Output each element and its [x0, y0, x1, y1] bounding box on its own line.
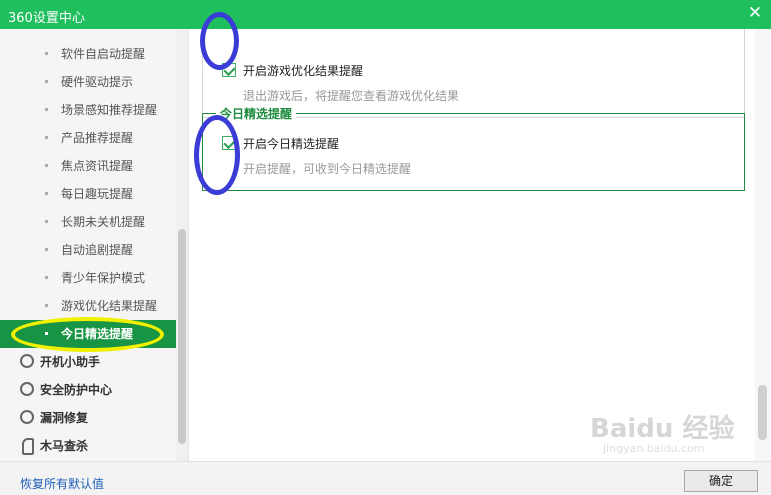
shield-icon: [20, 382, 34, 396]
game-result-description: 退出游戏后，将提醒您查看游戏优化结果: [243, 89, 460, 103]
sidebar-scroll-thumb[interactable]: [178, 229, 186, 444]
sidebar-item-software-autostart[interactable]: 软件自启动提醒: [0, 40, 176, 68]
bullet-icon: [45, 220, 48, 223]
bullet-icon: [45, 52, 48, 55]
sidebar-item-label: 焦点资讯提醒: [61, 159, 134, 173]
daily-pick-group-title: 今日精选提醒: [216, 105, 297, 122]
sidebar-item-label: 长期未关机提醒: [61, 215, 146, 229]
bullet-icon: [45, 332, 48, 335]
sidebar-item-daily-pick[interactable]: 今日精选提醒: [0, 320, 176, 348]
sidebar-item-label: 硬件驱动提示: [61, 75, 134, 89]
daily-pick-group: 今日精选提醒 开启今日精选提醒 开启提醒，可收到今日精选提醒: [202, 105, 745, 191]
sidebar-item-teen-mode[interactable]: 青少年保护模式: [0, 264, 176, 292]
sidebar-item-label: 场景感知推荐提醒: [61, 103, 158, 117]
sidebar-category-label: 漏洞修复: [40, 411, 89, 425]
close-icon[interactable]: ✕: [745, 3, 765, 23]
ok-button[interactable]: 确定: [684, 470, 758, 492]
sidebar-item-news[interactable]: 焦点资讯提醒: [0, 152, 176, 180]
daily-pick-checkbox-label: 开启今日精选提醒: [243, 137, 340, 151]
bullet-icon: [45, 192, 48, 195]
bullet-icon: [45, 108, 48, 111]
footer-bar: 恢复所有默认值 确定: [0, 461, 771, 495]
sidebar-category-label: 木马查杀: [40, 439, 89, 453]
title-bar: 360设置中心 ✕: [0, 0, 771, 29]
sidebar-item-label: 游戏优化结果提醒: [61, 299, 158, 313]
daily-pick-checkbox[interactable]: [222, 136, 236, 150]
restore-defaults-link[interactable]: 恢复所有默认值: [20, 475, 104, 492]
sidebar-category-vuln-fix[interactable]: 漏洞修复: [0, 404, 176, 432]
sidebar-item-product-recommend[interactable]: 产品推荐提醒: [0, 124, 176, 152]
sidebar: 软件自启动提醒 硬件驱动提示 场景感知推荐提醒 产品推荐提醒 焦点资讯提醒 每日…: [0, 29, 189, 461]
clock-icon: [20, 354, 34, 368]
sidebar-category-label: 开机小助手: [40, 355, 101, 369]
sidebar-category-trojan-scan[interactable]: 木马查杀: [0, 432, 176, 460]
sidebar-item-label: 软件自启动提醒: [61, 47, 146, 61]
bullet-icon: [45, 304, 48, 307]
bullet-icon: [45, 164, 48, 167]
game-result-checkbox-label: 开启游戏优化结果提醒: [243, 64, 364, 78]
sidebar-category-boot-assistant[interactable]: 开机小助手: [0, 348, 176, 376]
daily-pick-description: 开启提醒，可收到今日精选提醒: [243, 162, 412, 176]
game-result-checkbox[interactable]: [222, 63, 236, 77]
sidebar-item-long-uptime[interactable]: 长期未关机提醒: [0, 208, 176, 236]
content-scroll-thumb[interactable]: [758, 385, 767, 440]
bullet-icon: [45, 80, 48, 83]
sidebar-item-drama-follow[interactable]: 自动追剧提醒: [0, 236, 176, 264]
sidebar-item-label: 每日趣玩提醒: [61, 187, 134, 201]
window-title: 360设置中心: [8, 11, 85, 26]
sidebar-category-label: 安全防护中心: [40, 383, 113, 397]
sidebar-item-game-result[interactable]: 游戏优化结果提醒: [0, 292, 176, 320]
sidebar-item-label: 今日精选提醒: [61, 327, 134, 341]
bullet-icon: [45, 276, 48, 279]
sidebar-item-hardware-driver[interactable]: 硬件驱动提示: [0, 68, 176, 96]
sidebar-item-label: 青少年保护模式: [61, 271, 146, 285]
sidebar-item-scene-recommend[interactable]: 场景感知推荐提醒: [0, 96, 176, 124]
horse-icon: [20, 438, 34, 455]
sidebar-category-security-center[interactable]: 安全防护中心: [0, 376, 176, 404]
sidebar-item-label: 自动追剧提醒: [61, 243, 134, 257]
bullet-icon: [45, 248, 48, 251]
sidebar-item-daily-fun[interactable]: 每日趣玩提醒: [0, 180, 176, 208]
sidebar-item-label: 产品推荐提醒: [61, 131, 134, 145]
patch-icon: [20, 410, 34, 424]
settings-panel: 开启游戏优化结果提醒 退出游戏后，将提醒您查看游戏优化结果 今日精选提醒 开启今…: [190, 29, 771, 461]
bullet-icon: [45, 136, 48, 139]
